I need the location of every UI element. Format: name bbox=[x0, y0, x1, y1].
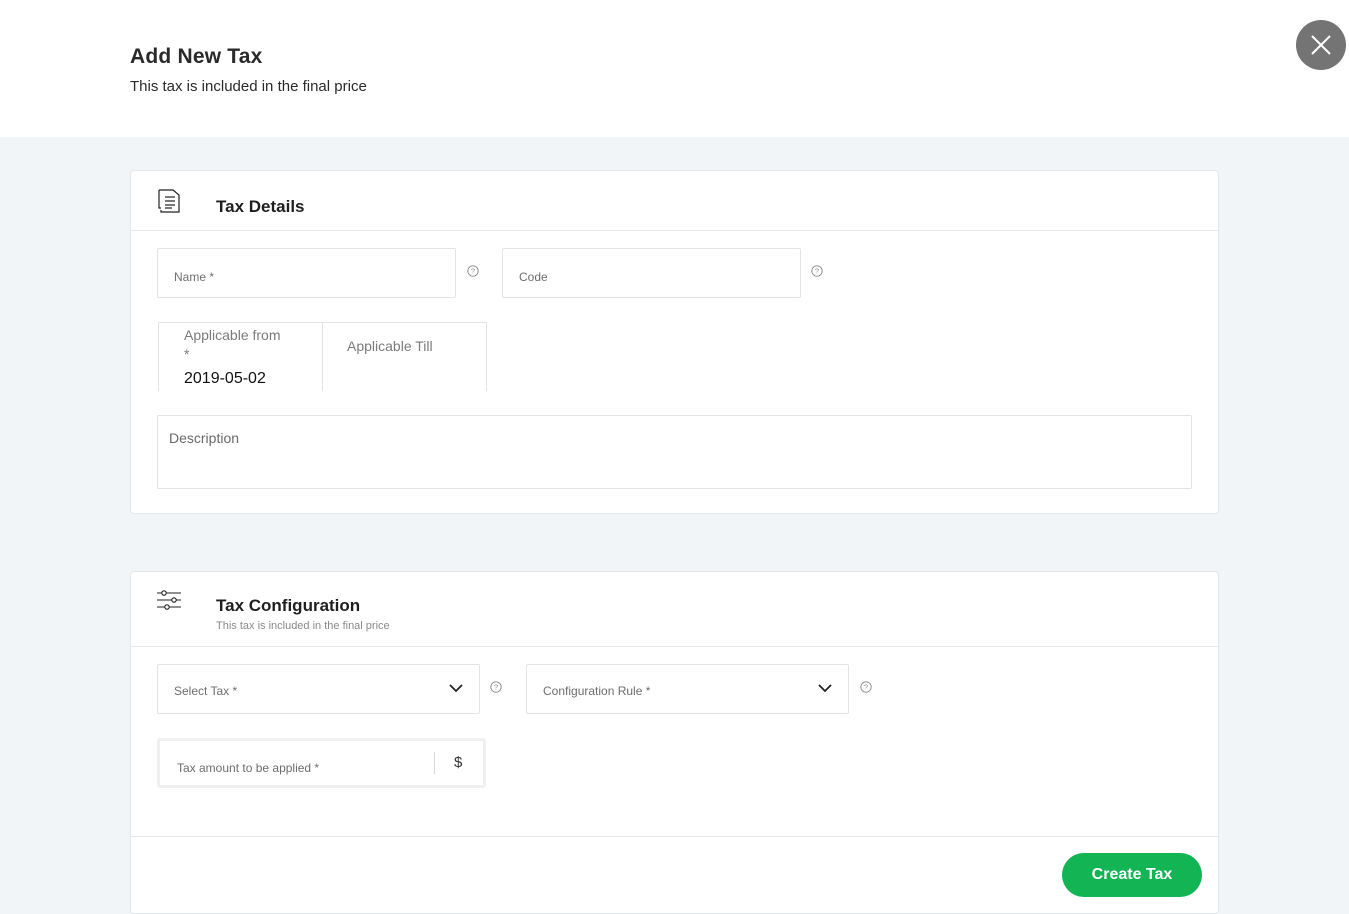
applicable-till-label: Applicable Till bbox=[347, 338, 433, 354]
description-input[interactable]: Description bbox=[157, 415, 1192, 489]
configuration-rule-placeholder: Configuration Rule * bbox=[543, 684, 651, 698]
page-header: Add New Tax This tax is included in the … bbox=[0, 0, 1349, 137]
applicable-from-field[interactable]: Applicable from * 2019-05-02 bbox=[158, 322, 323, 391]
svg-text:?: ? bbox=[471, 267, 475, 276]
select-tax-placeholder: Select Tax * bbox=[174, 684, 238, 698]
page-title: Add New Tax bbox=[130, 45, 263, 68]
applicable-till-field[interactable]: Applicable Till bbox=[322, 322, 487, 391]
svg-text:?: ? bbox=[864, 683, 868, 692]
chevron-down-icon bbox=[449, 684, 463, 693]
tax-amount-placeholder: Tax amount to be applied * bbox=[177, 761, 320, 775]
tax-amount-input[interactable]: Tax amount to be applied * $ bbox=[157, 738, 486, 788]
tax-details-title: Tax Details bbox=[216, 197, 305, 216]
card-footer-divider bbox=[131, 836, 1218, 837]
create-tax-button[interactable]: Create Tax bbox=[1062, 853, 1202, 897]
applicable-from-label: Applicable from * bbox=[184, 327, 281, 362]
help-circle-icon[interactable]: ? bbox=[811, 265, 823, 277]
tax-details-card: Tax Details Name * ? Code ? Applicable f… bbox=[130, 170, 1219, 514]
help-circle-icon[interactable]: ? bbox=[860, 681, 872, 693]
description-placeholder: Description bbox=[169, 430, 240, 446]
code-placeholder: Code bbox=[519, 270, 548, 284]
name-input[interactable]: Name * bbox=[157, 248, 456, 298]
applicable-from-value: 2019-05-02 bbox=[184, 370, 266, 387]
page-subtitle: This tax is included in the final price bbox=[130, 78, 367, 95]
tax-configuration-subtitle: This tax is included in the final price bbox=[216, 620, 390, 632]
document-list-icon bbox=[158, 189, 180, 213]
name-placeholder: Name * bbox=[174, 270, 215, 284]
close-icon bbox=[1311, 35, 1331, 55]
tax-configuration-header: Tax Configuration This tax is included i… bbox=[131, 572, 1218, 647]
close-button[interactable] bbox=[1296, 20, 1346, 70]
code-input[interactable]: Code bbox=[502, 248, 801, 298]
configuration-rule-dropdown[interactable]: Configuration Rule * bbox=[526, 664, 849, 714]
svg-text:?: ? bbox=[815, 267, 819, 276]
select-tax-dropdown[interactable]: Select Tax * bbox=[157, 664, 480, 714]
chevron-down-icon bbox=[818, 684, 832, 693]
sliders-icon bbox=[157, 590, 181, 610]
currency-symbol: $ bbox=[454, 754, 463, 771]
amount-divider bbox=[434, 752, 435, 774]
tax-details-header: Tax Details bbox=[131, 171, 1218, 231]
help-circle-icon[interactable]: ? bbox=[467, 265, 479, 277]
help-circle-icon[interactable]: ? bbox=[490, 681, 502, 693]
tax-configuration-card: Tax Configuration This tax is included i… bbox=[130, 571, 1219, 914]
tax-configuration-title: Tax Configuration bbox=[216, 596, 361, 615]
svg-text:?: ? bbox=[494, 683, 498, 692]
